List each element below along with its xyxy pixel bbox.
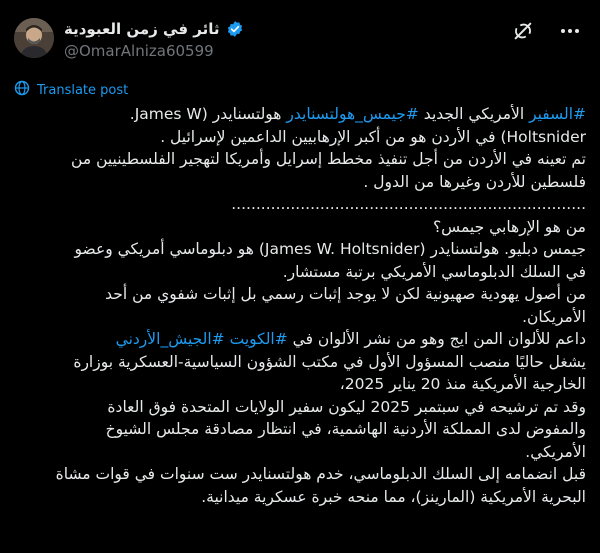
post-line: فلسطين للأردن وغيرها من الدول . xyxy=(363,172,586,191)
separator-dots: ........................................… xyxy=(231,195,586,213)
author-block[interactable]: ثائر في زمن العبودية @OmarAlniza60599 xyxy=(64,18,424,60)
post-line: Holtsnider) في الأردن هو من أكبر الإرهاب… xyxy=(160,127,586,146)
post-line: تم تعينه في الأردن من أجل تنفيذ مخطط إسر… xyxy=(71,150,586,168)
avatar[interactable] xyxy=(14,18,54,58)
post-text-fragment: الأمريكي الجديد xyxy=(418,105,530,123)
hashtag-link[interactable]: #السفير xyxy=(529,105,586,123)
post-line: من أصول يهودية صهيونية لكن لا يوجد إثبات… xyxy=(105,285,586,303)
post-line: داعم للألوان المن ايج وهو من نشر الألوان… xyxy=(10,328,586,351)
hashtag-link[interactable]: #الكويت xyxy=(230,330,288,348)
hashtag-link[interactable]: #جيمس_هولتسنايدر xyxy=(286,105,418,123)
post-header: ثائر في زمن العبودية @OmarAlniza60599 xyxy=(0,0,600,80)
translate-label[interactable]: Translate post xyxy=(37,83,128,98)
post-line: من هو الإرهابي جيمس؟ xyxy=(432,217,586,236)
translate-icon xyxy=(14,80,30,100)
post-line: الأمريكان. xyxy=(522,307,586,326)
post-line: جيمس دبليو. هولتسنايدر (James W. Holtsni… xyxy=(74,240,586,258)
display-name[interactable]: ثائر في زمن العبودية xyxy=(64,20,220,38)
author-handle[interactable]: @OmarAlniza60599 xyxy=(64,42,424,60)
post-line: في السلك الدبلوماسي الأمريكي برتبة مستشا… xyxy=(282,262,586,281)
more-dots-icon[interactable] xyxy=(557,20,583,42)
post-line: #السفير الأمريكي الجديد #جيمس_هولتسنايدر… xyxy=(10,103,586,126)
post-text-fragment: داعم للألوان المن ايج وهو من نشر الألوان… xyxy=(287,330,586,348)
post-line: الخارجية الأمريكية منذ 20 يناير 2025، xyxy=(339,375,586,393)
post-text: #السفير الأمريكي الجديد #جيمس_هولتسنايدر… xyxy=(10,103,586,508)
post-text-fragment: هولتسنايدر (James W. xyxy=(129,105,287,123)
grok-icon[interactable] xyxy=(512,20,534,42)
post-line: البحرية الأمريكية (المارينز)، مما منحه خ… xyxy=(201,487,586,506)
post-line: الأمريكي. xyxy=(525,442,586,461)
post-line: يشغل حاليًا منصب المسؤول الأول في مكتب ا… xyxy=(73,352,586,371)
verified-badge-icon xyxy=(226,20,244,38)
hashtag-link[interactable]: #الجيش_الأردني xyxy=(116,330,225,348)
post-line: قبل انضمامه إلى السلك الدبلوماسي، خدم هو… xyxy=(55,465,586,483)
post-line: وقد تم ترشيحه في سبتمبر 2025 ليكون سفير … xyxy=(107,397,586,416)
post-line: والمفوض لدى المملكة الأردنية الهاشمية، ف… xyxy=(105,420,586,438)
translate-post-link[interactable]: Translate post xyxy=(14,80,128,100)
